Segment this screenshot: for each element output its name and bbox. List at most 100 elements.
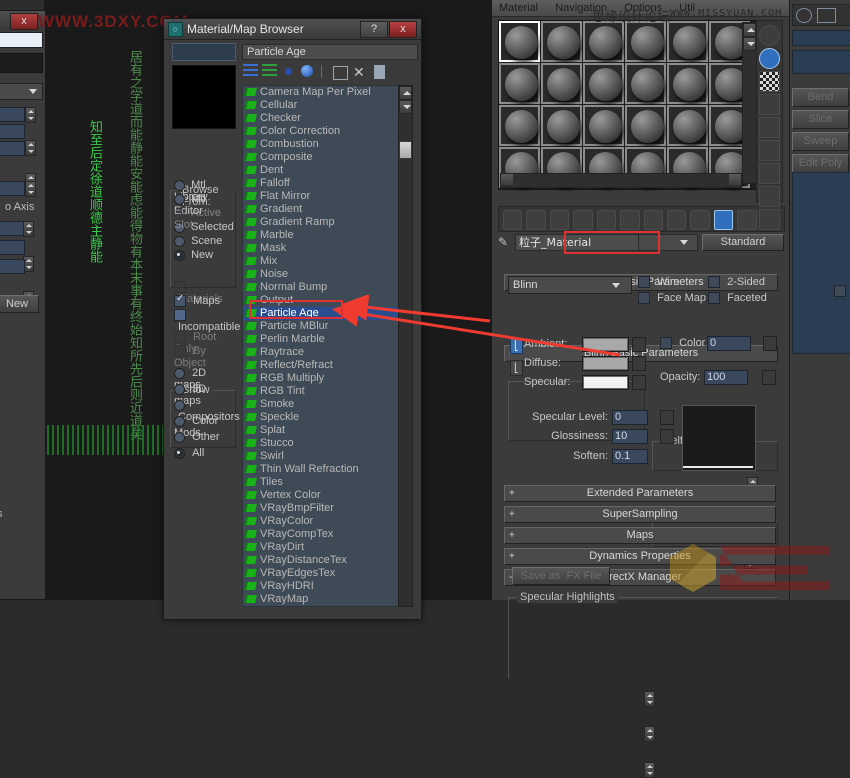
delete-icon[interactable]: ✕	[353, 65, 367, 79]
modifier-button-bend[interactable]: Bend	[792, 88, 849, 107]
material-sample-slot[interactable]	[667, 63, 708, 104]
reset-map-icon[interactable]	[573, 210, 593, 230]
checkbox-icon[interactable]	[708, 276, 720, 289]
radio-icon[interactable]	[174, 415, 185, 427]
make-material-copy-icon[interactable]	[596, 210, 617, 230]
map-list-item[interactable]: Noise	[243, 268, 398, 281]
map-list-item[interactable]: VRayDirt	[243, 541, 398, 554]
filter-all[interactable]: All	[174, 447, 236, 463]
modifier-list-dropdown[interactable]	[792, 30, 850, 46]
left-dialog-field-1[interactable]	[0, 107, 25, 122]
sample-type-sphere-icon[interactable]	[759, 25, 780, 46]
slots-scroll-up-button[interactable]	[743, 23, 756, 37]
material-sample-slot[interactable]	[667, 21, 708, 62]
diffuse-color-swatch[interactable]	[582, 356, 629, 371]
map-list-item[interactable]: VRayEdgesTex	[243, 567, 398, 580]
browse-from-item-scene[interactable]: Scene	[174, 235, 234, 249]
ambient-diffuse-lock-icon[interactable]: ⎣	[510, 338, 523, 354]
map-list-item[interactable]: Thin Wall Refraction	[243, 463, 398, 476]
material-sample-slot[interactable]	[541, 21, 582, 62]
backlight-icon[interactable]	[759, 48, 780, 69]
map-list-item[interactable]: Gradient	[243, 203, 398, 216]
checkbox-icon[interactable]	[638, 292, 650, 305]
radio-icon[interactable]	[174, 399, 185, 411]
self-illum-color-check[interactable]: Color	[660, 337, 705, 350]
self-illum-value-input[interactable]: 0	[707, 336, 751, 351]
material-picker-icon[interactable]: ✎	[498, 235, 512, 249]
browser-close-button[interactable]: x	[389, 21, 417, 38]
large-dot-icon[interactable]	[301, 65, 313, 77]
browser-list-toolbar[interactable]: ✕	[243, 63, 411, 83]
make-preview-icon[interactable]	[759, 140, 780, 161]
browse-from-options[interactable]: Mtl Library Mtl Editor Active Slot Selec…	[174, 179, 234, 263]
material-sample-slot[interactable]	[625, 63, 666, 104]
map-list-item[interactable]: Dent	[243, 164, 398, 177]
get-material-icon[interactable]	[503, 210, 523, 230]
glossiness-map-button[interactable]	[660, 429, 674, 444]
left-dialog-spinners-2[interactable]	[0, 221, 45, 307]
material-map-browser-dialog[interactable]: ○ Material/Map Browser ? x Particle Age …	[163, 18, 422, 620]
map-list-item[interactable]: Raytrace	[243, 346, 398, 359]
material-sample-slot[interactable]	[499, 105, 540, 146]
command-panel-tabs[interactable]	[792, 4, 850, 26]
shader-flag-faceted[interactable]: Faceted	[708, 292, 767, 305]
put-to-scene-icon[interactable]	[526, 210, 546, 230]
slots-scroll-left-button[interactable]	[501, 174, 513, 185]
map-list-item[interactable]: VRayBmpFilter	[243, 502, 398, 515]
put-to-library-icon[interactable]	[643, 210, 663, 230]
make-unique-icon[interactable]	[620, 210, 640, 230]
self-illum-map-button[interactable]	[763, 336, 777, 351]
soften-input[interactable]: 0.1	[612, 449, 648, 464]
menu-material[interactable]: Material	[492, 0, 545, 16]
browser-titlebar[interactable]: ○ Material/Map Browser ? x	[164, 19, 421, 40]
radio-icon-selected[interactable]	[174, 447, 185, 459]
slots-scroll-down-button[interactable]	[743, 37, 756, 51]
map-list-item[interactable]: Color Correction	[243, 125, 398, 138]
specular-color-swatch[interactable]	[582, 375, 629, 390]
update-scene-materials-icon[interactable]	[333, 66, 348, 80]
opacity-map-button[interactable]	[762, 370, 776, 385]
left-dialog-name-field[interactable]	[0, 32, 43, 48]
browser-help-button[interactable]: ?	[360, 21, 388, 38]
map-list-item[interactable]: Splat	[243, 424, 398, 437]
map-list-item[interactable]: VRayHDRI	[243, 580, 398, 593]
material-editor-window[interactable]: Material Navigation Options Util ✎ 粒子_Ma…	[492, 0, 790, 778]
map-list-item[interactable]: Reflect/Refract	[243, 359, 398, 372]
radio-icon[interactable]	[174, 367, 185, 379]
checkbox-icon[interactable]	[660, 337, 672, 350]
modifier-button-sweep[interactable]: Sweep	[792, 132, 849, 151]
material-sample-slot[interactable]	[583, 21, 624, 62]
browser-search-input[interactable]: Particle Age	[242, 44, 418, 60]
map-list-item[interactable]: Mask	[243, 242, 398, 255]
material-sample-slot[interactable]	[499, 63, 540, 104]
material-sample-slots[interactable]	[498, 20, 758, 190]
map-list-item[interactable]: Speckle	[243, 411, 398, 424]
map-list-scrollbar[interactable]	[398, 85, 413, 607]
browse-from-item-new[interactable]: New	[174, 249, 234, 263]
filter-other[interactable]: Other	[174, 431, 236, 447]
map-list-item[interactable]: VRayColor	[243, 515, 398, 528]
map-list-item[interactable]: Perlin Marble	[243, 333, 398, 346]
filter-3d-maps[interactable]: 3D maps	[174, 383, 236, 407]
map-list-item[interactable]: VRayDistanceTex	[243, 554, 398, 567]
left-dialog-field-2[interactable]	[0, 124, 25, 139]
map-filter-options[interactable]: 2D maps 3D maps Compositors Color Mods O…	[174, 367, 240, 463]
soften-spinner[interactable]	[644, 762, 655, 778]
map-list-item[interactable]: Mix	[243, 255, 398, 268]
diffuse-map-button[interactable]	[632, 356, 646, 371]
map-list-item[interactable]: Falloff	[243, 177, 398, 190]
map-list-item[interactable]: VRayCompTex	[243, 528, 398, 541]
material-sample-slot[interactable]	[541, 63, 582, 104]
slots-scroll-right-button[interactable]	[729, 174, 741, 185]
shader-flag-2-sided[interactable]: 2-Sided	[708, 276, 765, 289]
modify-tab-icon[interactable]	[796, 8, 812, 23]
slots-horizontal-scrollbar[interactable]	[500, 173, 742, 188]
glossiness-input[interactable]: 10	[612, 429, 648, 444]
radio-icon[interactable]	[174, 383, 185, 395]
sample-uv-tiling-icon[interactable]	[759, 94, 780, 115]
go-to-parent-icon[interactable]	[737, 210, 757, 230]
ambient-map-button[interactable]	[632, 337, 646, 352]
show-map-in-viewport-icon[interactable]	[690, 210, 710, 230]
left-dialog-spinners[interactable]	[0, 107, 45, 189]
modifier-button-slice[interactable]: Slice	[792, 110, 849, 129]
